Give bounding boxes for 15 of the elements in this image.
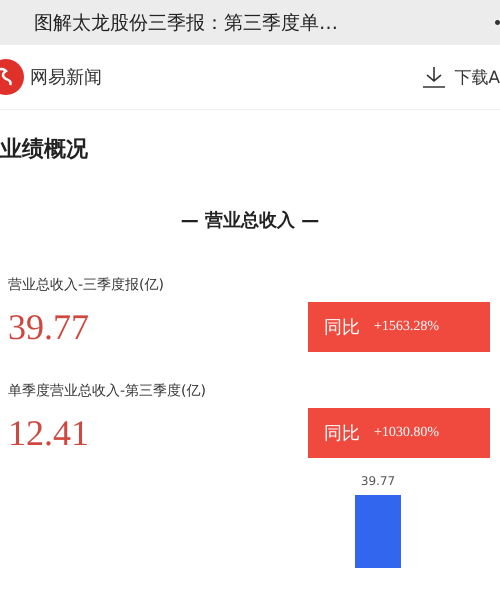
subsection-title: — 营业总收入 —	[180, 209, 320, 232]
download-icon[interactable]	[422, 66, 446, 88]
page-title: 图解太龙股份三季报：第三季度单…	[34, 10, 338, 36]
metric-value: 12.41	[8, 412, 89, 454]
app-name: 网易新闻	[30, 66, 102, 89]
metric-value: 39.77	[8, 306, 89, 348]
bar-value-label: 39.77	[360, 474, 396, 488]
logo-icon[interactable]	[0, 59, 24, 95]
section-title: 业绩概况	[0, 136, 89, 164]
download-link[interactable]: 下载A	[454, 66, 500, 88]
metric-label: 单季度营业总收入-第三季度(亿)	[8, 383, 206, 399]
change-badge: 同比 +1030.80%	[308, 408, 490, 458]
more-icon[interactable]	[495, 20, 500, 25]
metric-label: 营业总收入-三季度报(亿)	[8, 277, 164, 293]
change-badge: 同比 +1563.28%	[308, 302, 490, 352]
